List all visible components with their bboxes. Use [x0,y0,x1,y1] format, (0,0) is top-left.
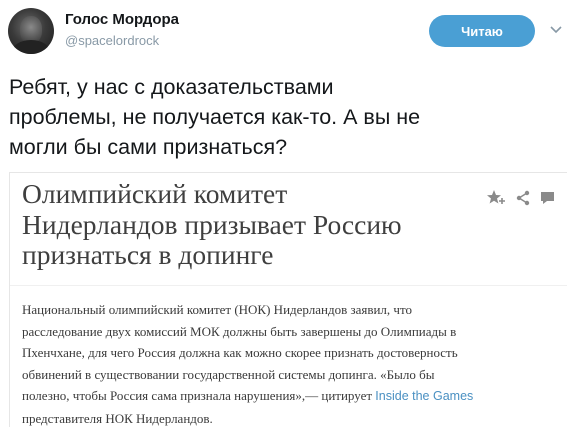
tweet-text: Ребят, у нас с доказательствами проблемы… [9,72,559,162]
tweet-text-line: могли бы сами признаться? [9,135,288,159]
share-icon[interactable] [516,190,530,206]
chevron-down-icon[interactable] [549,22,563,36]
display-name[interactable]: Голос Мордора [65,11,179,28]
avatar[interactable] [8,8,54,54]
article-body-text: полезно, чтобы Россия сама признала нару… [22,388,376,403]
article-body-line: расследование двух комиссий МОК должны б… [22,323,457,339]
article-body-line: Национальный олимпийский комитет (НОК) Н… [22,302,412,317]
star-plus-icon[interactable] [487,190,505,204]
divider [10,285,567,286]
article-body-line: представителя НОК Нидерландов. [22,410,213,426]
embedded-article-card[interactable]: Олимпийский комитет Нидерландов призывае… [9,172,567,427]
article-body-line: обвинений в существовании государственно… [22,366,435,382]
article-title-line: Олимпийский комитет [22,178,288,209]
comment-icon[interactable] [541,192,554,204]
article-body-line: Пхенчхане, для чего Россия должна как мо… [22,345,458,360]
following-button[interactable]: Читаю [429,15,535,47]
article-title: Олимпийский комитет Нидерландов призывае… [22,178,462,271]
article-actions [487,190,554,206]
user-handle[interactable]: @spacelordrock [65,33,159,48]
avatar-shoulders [12,40,50,54]
inside-the-games-link[interactable]: Inside the Games [375,389,473,403]
tweet-text-line: проблемы, не получается как-то. А вы не [9,105,421,129]
tweet-text-line: Ребят, у нас с доказательствами [9,75,334,99]
article-body-line: полезно, чтобы Россия сама признала нару… [22,385,562,408]
article-body: Национальный олимпийский комитет (НОК) Н… [22,299,562,427]
tweet-header: Голос Мордора @spacelordrock Читаю [8,8,562,54]
article-title-line: Нидерландов призывает Россию [22,208,402,240]
article-title-line: признаться в допинге [22,239,274,270]
